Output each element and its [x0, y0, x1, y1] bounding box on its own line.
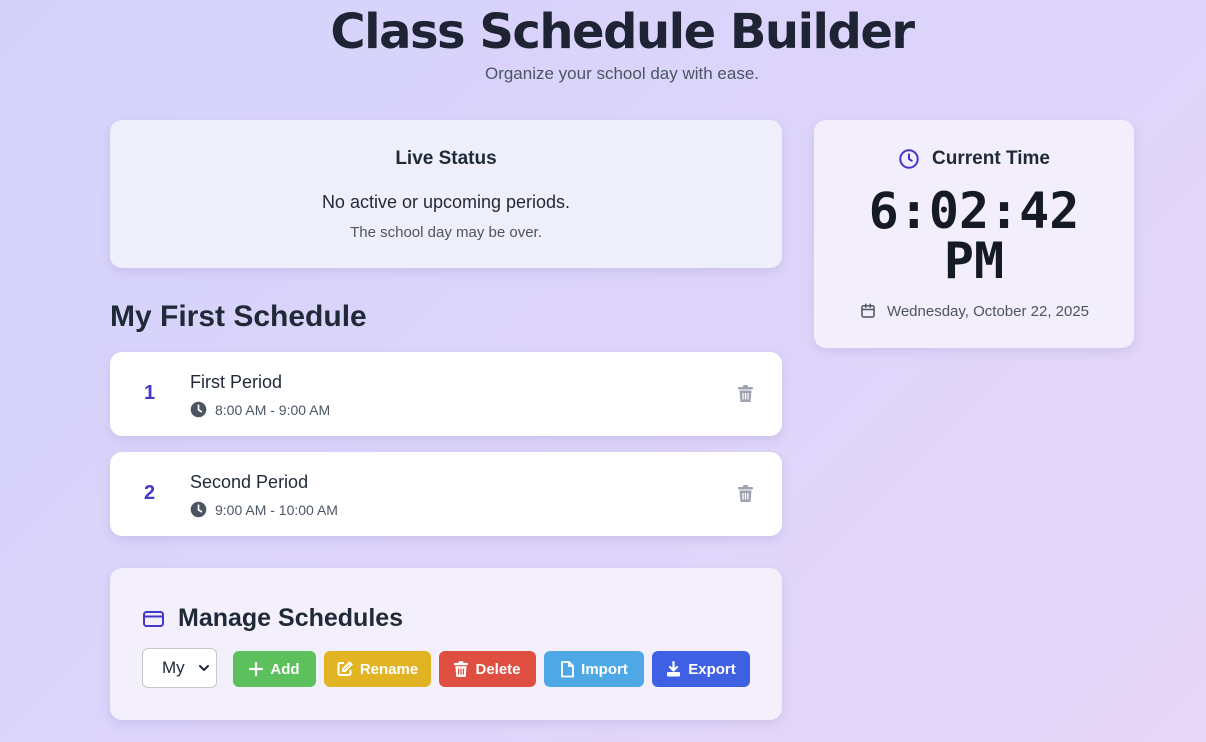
period-name: Second Period: [190, 472, 309, 492]
edit-icon: [337, 661, 353, 677]
export-schedule-label: Export: [688, 660, 736, 678]
period-number: 2: [144, 482, 156, 504]
trash-icon: [738, 485, 753, 502]
period-time-text: 9:00 AM - 10:00 AM: [215, 501, 338, 518]
clock-icon: [190, 401, 207, 418]
schedule-select-value: My: [162, 658, 185, 677]
period-row: 2 Second Period 9:00 AM - 10:00 AM: [110, 452, 782, 536]
app-title: Class Schedule Builder: [330, 4, 915, 60]
live-status-heading: Live Status: [395, 148, 497, 169]
current-date: Wednesday, October 22, 2025: [814, 302, 1134, 320]
delete-schedule-button[interactable]: Delete: [439, 651, 536, 687]
trash-icon: [738, 385, 753, 402]
manage-schedules-card: Manage Schedules My Add Rename Delete Im…: [110, 568, 782, 720]
period-time-text: 8:00 AM - 9:00 AM: [215, 401, 331, 418]
plus-icon: [249, 662, 264, 676]
schedule-select[interactable]: My: [142, 648, 217, 688]
delete-period-button[interactable]: [738, 385, 753, 402]
current-time-ampm: PM: [943, 232, 1005, 290]
current-time-header: Current Time: [814, 148, 1134, 170]
folder-icon: [143, 610, 164, 628]
manage-schedules-header: Manage Schedules: [143, 604, 403, 633]
current-time-card: Current Time 6:02:42 PM Wednesday, Octob…: [814, 120, 1134, 348]
current-date-text: Wednesday, October 22, 2025: [886, 302, 1090, 320]
export-schedule-button[interactable]: Export: [652, 651, 750, 687]
period-name: First Period: [190, 372, 283, 392]
period-number: 1: [144, 382, 156, 404]
calendar-icon: [859, 302, 877, 320]
app-subtitle: Organize your school day with ease.: [484, 64, 760, 83]
period-time: 8:00 AM - 9:00 AM: [190, 401, 330, 418]
add-schedule-label: Add: [270, 660, 300, 678]
trash-icon: [454, 661, 469, 677]
add-schedule-button[interactable]: Add: [233, 651, 316, 687]
delete-period-button[interactable]: [738, 485, 753, 502]
period-time: 9:00 AM - 10:00 AM: [190, 501, 338, 518]
live-status-submessage: The school day may be over.: [350, 224, 542, 241]
period-row: 1 First Period 8:00 AM - 9:00 AM: [110, 352, 782, 436]
import-schedule-label: Import: [581, 660, 628, 678]
current-time-display: 6:02:42 PM: [814, 186, 1134, 286]
schedule-title: My First Schedule: [110, 300, 367, 333]
rename-schedule-button[interactable]: Rename: [324, 651, 431, 687]
delete-schedule-label: Delete: [475, 660, 521, 678]
manage-schedules-heading: Manage Schedules: [178, 604, 404, 632]
clock-icon: [190, 501, 207, 518]
clock-icon: [898, 148, 920, 170]
download-icon: [666, 661, 681, 677]
import-schedule-button[interactable]: Import: [544, 651, 644, 687]
rename-schedule-label: Rename: [359, 660, 419, 678]
live-status-card: Live Status No active or upcoming period…: [110, 120, 782, 268]
live-status-message: No active or upcoming periods.: [321, 192, 571, 212]
current-time-heading: Current Time: [932, 148, 1050, 169]
current-time-value: 6:02:42: [868, 182, 1080, 240]
chevron-down-icon: [198, 662, 210, 674]
file-import-icon: [560, 660, 575, 678]
